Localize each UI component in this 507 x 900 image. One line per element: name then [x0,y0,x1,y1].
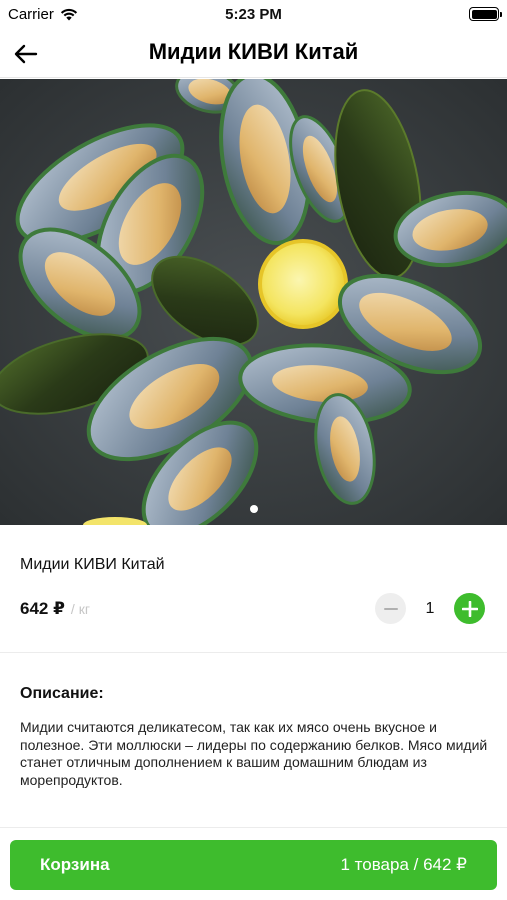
price-row: 642 ₽ / кг [20,599,90,619]
nav-bar: Мидии КИВИ Китай [0,28,507,78]
quantity-value: 1 [425,599,435,617]
decrease-quantity-button[interactable] [375,593,406,624]
carousel-dot-active[interactable] [249,505,258,513]
carousel-pagination [0,505,507,513]
cart-label: Корзина [40,855,110,874]
status-time: 5:23 PM [225,6,282,23]
description-section: Описание: Мидии считаются деликатесом, т… [0,654,507,828]
increase-quantity-button[interactable] [454,593,485,624]
price-unit: / кг [70,601,90,617]
product-name: Мидии КИВИ Китай [20,556,165,573]
status-bar: Carrier 5:23 PM [0,0,507,28]
product-photo [0,79,507,525]
cart-button[interactable]: Корзина 1 товара / 642 ₽ [10,840,497,890]
product-price: 642 ₽ [20,599,65,618]
minus-icon [383,607,398,610]
plus-icon [461,600,478,617]
quantity-stepper: 1 [375,593,485,624]
battery-icon [469,7,502,21]
description-title: Описание: [20,685,104,702]
status-right [469,7,502,21]
product-image-carousel[interactable] [0,79,507,525]
product-info: Мидии КИВИ Китай 642 ₽ / кг 1 [0,525,507,653]
description-text: Мидии считаются деликатесом, так как их … [20,719,488,788]
cart-summary: 1 товара / 642 ₽ [340,855,467,874]
page-title: Мидии КИВИ Китай [148,39,359,64]
